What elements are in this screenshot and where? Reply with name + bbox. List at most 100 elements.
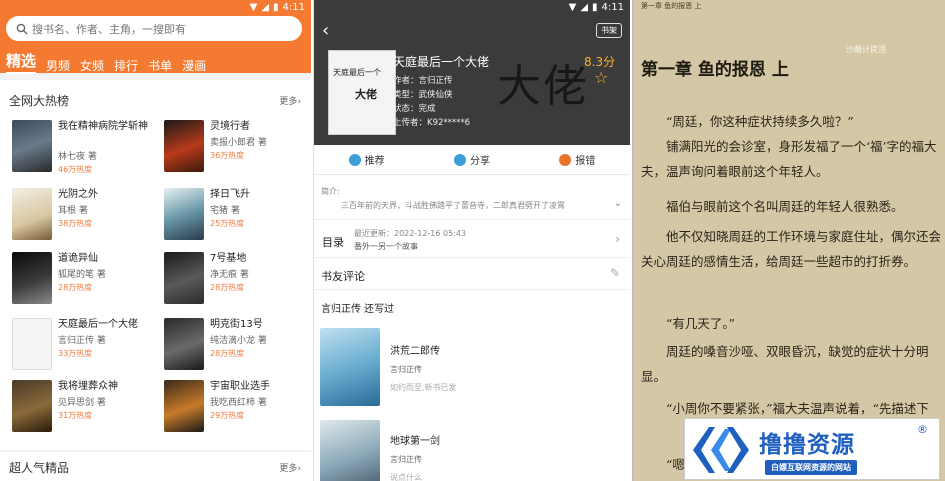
book-author: 作者：言归正传 xyxy=(393,76,453,86)
hot-list-card: 全网大热榜 更多› 我在精神病院学斩神 林七夜 著 46万热度 灵境行者 卖报小… xyxy=(0,80,311,450)
tab-comics[interactable]: 漫画 xyxy=(182,57,206,74)
tab-female[interactable]: 女频 xyxy=(80,57,104,74)
book-cover xyxy=(12,188,52,240)
status-time: 4:11 xyxy=(601,1,624,13)
watermark-text: 沙雕计提活 xyxy=(846,45,886,54)
tab-featured[interactable]: 精选 xyxy=(6,50,37,74)
back-arrow-icon[interactable]: ‹ xyxy=(322,20,329,41)
warning-icon xyxy=(559,153,572,166)
book-cover xyxy=(320,328,380,406)
status-bar: ▼ ◢ ▮ 4:11 xyxy=(0,0,311,14)
comments-label: 书友评论 xyxy=(321,270,365,283)
book-item[interactable]: 7号基地 净无痕 著 28万热度 xyxy=(164,252,311,312)
status-bar: ▼ ◢ ▮ 4:11 xyxy=(314,0,630,14)
more-link[interactable]: 更多› xyxy=(279,461,301,474)
paragraph: 周廷的嗓音沙哑、双眼昏沉，缺觉的症状十分明显。 xyxy=(641,344,929,384)
wifi-icon: ▼ xyxy=(568,1,577,13)
book-item[interactable]: 道诡异仙 狐尾的笔 著 28万热度 xyxy=(12,252,162,312)
tab-male[interactable]: 男频 xyxy=(46,57,70,74)
book-title: 我在精神病院学斩神 xyxy=(58,121,148,132)
paragraph: “周廷，你这种症状持续多久啦？” xyxy=(666,114,854,129)
book-item[interactable]: 我将埋葬众神 见异思剑 著 31万热度 xyxy=(12,380,162,440)
recommend-icon xyxy=(348,153,361,166)
book-cover xyxy=(320,420,380,481)
bookshelf-button[interactable]: 书架 xyxy=(596,23,622,38)
report-button[interactable]: 报错 xyxy=(525,145,630,174)
book-author: 言归正传 著 xyxy=(58,336,106,346)
book-author: 狐尾的笔 著 xyxy=(58,270,106,280)
book-item[interactable]: 择日飞升 宅猪 著 25万热度 xyxy=(164,188,311,248)
intro-label: 简介: xyxy=(321,187,340,196)
book-cover xyxy=(164,380,204,432)
recommend-button[interactable]: 推荐 xyxy=(314,145,419,174)
book-hot: 31万热度 xyxy=(58,411,93,420)
book-title: 宇宙职业选手 xyxy=(210,381,270,392)
book-hot: 29万热度 xyxy=(210,411,245,420)
search-input[interactable]: 搜书名、作者、主角，一搜即有 xyxy=(6,16,302,41)
intro-section[interactable]: 简介: 三百年前的天界，斗战胜佛踏平了蕾音寺，二郎真君劈开了凌霄 ⌄ xyxy=(314,180,630,220)
comments-row[interactable]: 书友评论 ✎ xyxy=(314,260,630,290)
bookstore-panel: ▼ ◢ ▮ 4:11 搜书名、作者、主角，一搜即有 精选 男频 女频 排行 书单… xyxy=(0,0,311,481)
paragraph: 铺满阳光的会诊室，身形发福了一个‘福’字的福大夫，温声询问着眼前这个年轻人。 xyxy=(641,139,937,179)
section-title: 全网大热榜 xyxy=(9,94,70,108)
book-title: 灵境行者 xyxy=(210,121,250,132)
book-title: 道诡异仙 xyxy=(58,253,98,264)
book-hot: 38万热度 xyxy=(58,219,93,228)
book-cover xyxy=(12,120,52,172)
cover-background-text: 大佬 xyxy=(497,61,589,112)
book-hot: 25万热度 xyxy=(210,219,245,228)
book-hot: 28万热度 xyxy=(210,283,245,292)
other-book-item[interactable]: 地球第一剑 言归正传 说点什么 xyxy=(320,420,620,481)
cover-title-line1: 天庭最后一个 xyxy=(333,68,381,77)
toc-latest: 番外一另一个故事 xyxy=(354,242,418,251)
book-item[interactable]: 天庭最后一个大佬 言归正传 著 33万热度 xyxy=(12,318,162,378)
book-hot: 46万热度 xyxy=(58,165,93,174)
toc-row[interactable]: 目录 最近更新：2022-12-16 05:43 番外一另一个故事 › xyxy=(314,222,630,258)
share-button[interactable]: 分享 xyxy=(419,145,524,174)
book-author: 卖报小郎君 著 xyxy=(210,138,267,148)
signal-icon: ◢ xyxy=(580,1,589,13)
book-title: 洪荒二郎传 xyxy=(390,346,440,357)
book-hot: 36万热度 xyxy=(210,151,245,160)
book-author: 纯洁滴小龙 著 xyxy=(210,336,267,346)
book-item[interactable]: 我在精神病院学斩神 林七夜 著 46万热度 xyxy=(12,120,162,180)
book-item[interactable]: 灵境行者 卖报小郎君 著 36万热度 xyxy=(164,120,311,180)
book-author: 我吃西红柿 著 xyxy=(210,398,267,408)
also-written-label: 言归正传 还写过 xyxy=(321,304,395,315)
bookstore-header: ▼ ◢ ▮ 4:11 搜书名、作者、主角，一搜即有 精选 男频 女频 排行 书单… xyxy=(0,0,311,74)
book-item[interactable]: 光阴之外 耳根 著 38万热度 xyxy=(12,188,162,248)
book-item[interactable]: 明克街13号 纯洁滴小龙 著 28万热度 xyxy=(164,318,311,378)
more-link[interactable]: 更多› xyxy=(279,94,301,107)
book-author: 净无痕 著 xyxy=(210,270,249,280)
book-cover xyxy=(12,252,52,304)
favorite-star-icon[interactable]: ☆ xyxy=(594,68,608,87)
book-desc: 如约而至,新书已发 xyxy=(390,383,457,392)
book-cover xyxy=(12,380,52,432)
book-title: 天庭最后一个大佬 xyxy=(393,55,490,69)
book-cover xyxy=(164,318,204,370)
action-bar: 推荐 分享 报错 xyxy=(314,145,630,175)
signal-icon: ◢ xyxy=(261,1,270,13)
toc-update: 最近更新：2022-12-16 05:43 xyxy=(354,229,467,238)
logo-name: 撸撸资源 xyxy=(759,432,855,458)
intro-text: 三百年前的天界，斗战胜佛踏平了蕾音寺，二郎真君劈开了凌霄 xyxy=(341,201,565,210)
book-item[interactable]: 宇宙职业选手 我吃西红柿 著 29万热度 xyxy=(164,380,311,440)
book-uploader: 上传者：K92*****6 xyxy=(393,118,471,128)
paragraph: “有几天了。” xyxy=(666,316,736,331)
battery-icon: ▮ xyxy=(273,1,279,13)
book-title: 我将埋葬众神 xyxy=(58,381,118,392)
book-author: 宅猪 著 xyxy=(210,206,240,216)
battery-icon: ▮ xyxy=(592,1,598,13)
book-author: 耳根 著 xyxy=(58,206,88,216)
cover-title-line2: 大佬 xyxy=(355,88,377,101)
tab-ranking[interactable]: 排行 xyxy=(114,57,138,74)
status-time: 4:11 xyxy=(282,1,305,13)
tab-booklist[interactable]: 书单 xyxy=(148,57,172,74)
logo-registered-mark: ® xyxy=(917,423,928,436)
other-book-item[interactable]: 洪荒二郎传 言归正传 如约而至,新书已发 xyxy=(320,328,620,408)
book-cover xyxy=(164,120,204,172)
section-title: 超人气精品 xyxy=(9,461,70,475)
reader-panel[interactable]: 第一章 鱼的报恩 上 沙雕计提活 第一章 鱼的报恩 上 “周廷，你这种症状持续多… xyxy=(632,0,945,481)
book-title: 7号基地 xyxy=(210,253,247,264)
edit-pencil-icon[interactable]: ✎ xyxy=(610,266,620,280)
